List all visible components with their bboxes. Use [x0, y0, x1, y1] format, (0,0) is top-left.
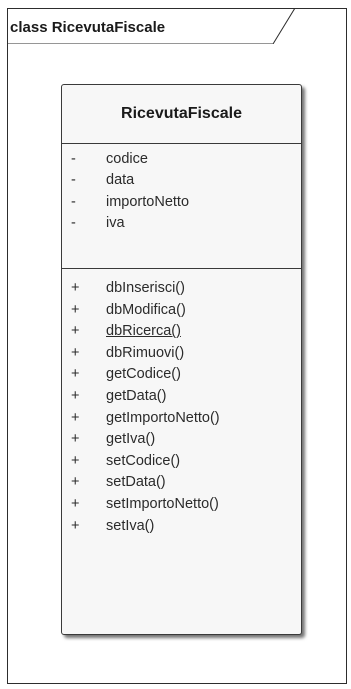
operation-row-name: dbRicerca(): [106, 323, 181, 340]
operation-row-name: getIva(): [106, 431, 156, 448]
visibility-marker: +: [71, 323, 80, 340]
visibility-marker: +: [71, 344, 80, 361]
operation-row-name: dbInserisci(): [106, 280, 185, 296]
visibility-marker: +: [71, 301, 80, 318]
uml-class-box[interactable]: RicevutaFiscale - codice - data - importoNett…: [61, 84, 302, 635]
operation-row: + dbInserisci(): [62, 278, 301, 300]
visibility-marker: +: [71, 452, 80, 469]
attribute-row: - importoNetto: [62, 192, 301, 213]
operation-row: + dbModifica(): [62, 300, 301, 322]
attribute-row: - data: [62, 170, 301, 191]
attribute-row: - iva: [62, 213, 301, 234]
frame-title: class RicevutaFiscale: [10, 19, 166, 36]
operation-row-name: setIva(): [106, 517, 155, 534]
operation-row: + getImportoNetto(): [62, 408, 301, 430]
operation-row: + setIva(): [62, 516, 301, 538]
operation-row: + getIva(): [62, 429, 301, 451]
attribute-row-name: codice: [106, 151, 148, 167]
visibility-marker: +: [71, 474, 80, 491]
attribute-row-name: data: [106, 172, 135, 189]
visibility-marker: +: [71, 387, 80, 404]
visibility-marker: -: [71, 193, 76, 210]
operation-row-name: getCodice(): [106, 366, 181, 383]
operation-row-name: dbModifica(): [106, 301, 186, 318]
operation-row: + setImportoNetto(): [62, 494, 301, 516]
operation-row-name: dbRimuovi(): [106, 344, 185, 361]
operations-compartment: + dbInserisci() + dbModifica() + dbRicerca() +…: [62, 269, 301, 537]
operation-row: + getCodice(): [62, 364, 301, 386]
attributes-compartment: - codice - data - importoNetto - iva: [62, 144, 301, 269]
attribute-row-name: iva: [106, 215, 125, 232]
operation-row-name: setData(): [106, 474, 166, 491]
visibility-marker: +: [71, 495, 80, 512]
operation-row: + setCodice(): [62, 451, 301, 473]
class-name: RicevutaFiscale: [121, 105, 242, 122]
visibility-marker: +: [71, 280, 80, 296]
visibility-marker: -: [71, 172, 76, 189]
attribute-row: - codice: [62, 149, 301, 170]
visibility-marker: -: [71, 215, 76, 232]
operation-row-name: setCodice(): [106, 452, 181, 469]
operation-row: + setData(): [62, 472, 301, 494]
attribute-row-name: importoNetto: [106, 193, 190, 210]
visibility-marker: +: [71, 517, 80, 534]
visibility-marker: +: [71, 409, 80, 426]
operation-row: + dbRimuovi(): [62, 343, 301, 365]
operation-row-name: getData(): [106, 387, 167, 404]
operation-row-name: getImportoNetto(): [106, 409, 220, 426]
visibility-marker: -: [71, 151, 76, 167]
operation-row: + dbRicerca(): [62, 321, 301, 343]
operation-row: + getData(): [62, 386, 301, 408]
operation-row-name: setImportoNetto(): [106, 495, 219, 512]
visibility-marker: +: [71, 366, 80, 383]
visibility-marker: +: [71, 431, 80, 448]
class-header: RicevutaFiscale: [62, 85, 301, 144]
